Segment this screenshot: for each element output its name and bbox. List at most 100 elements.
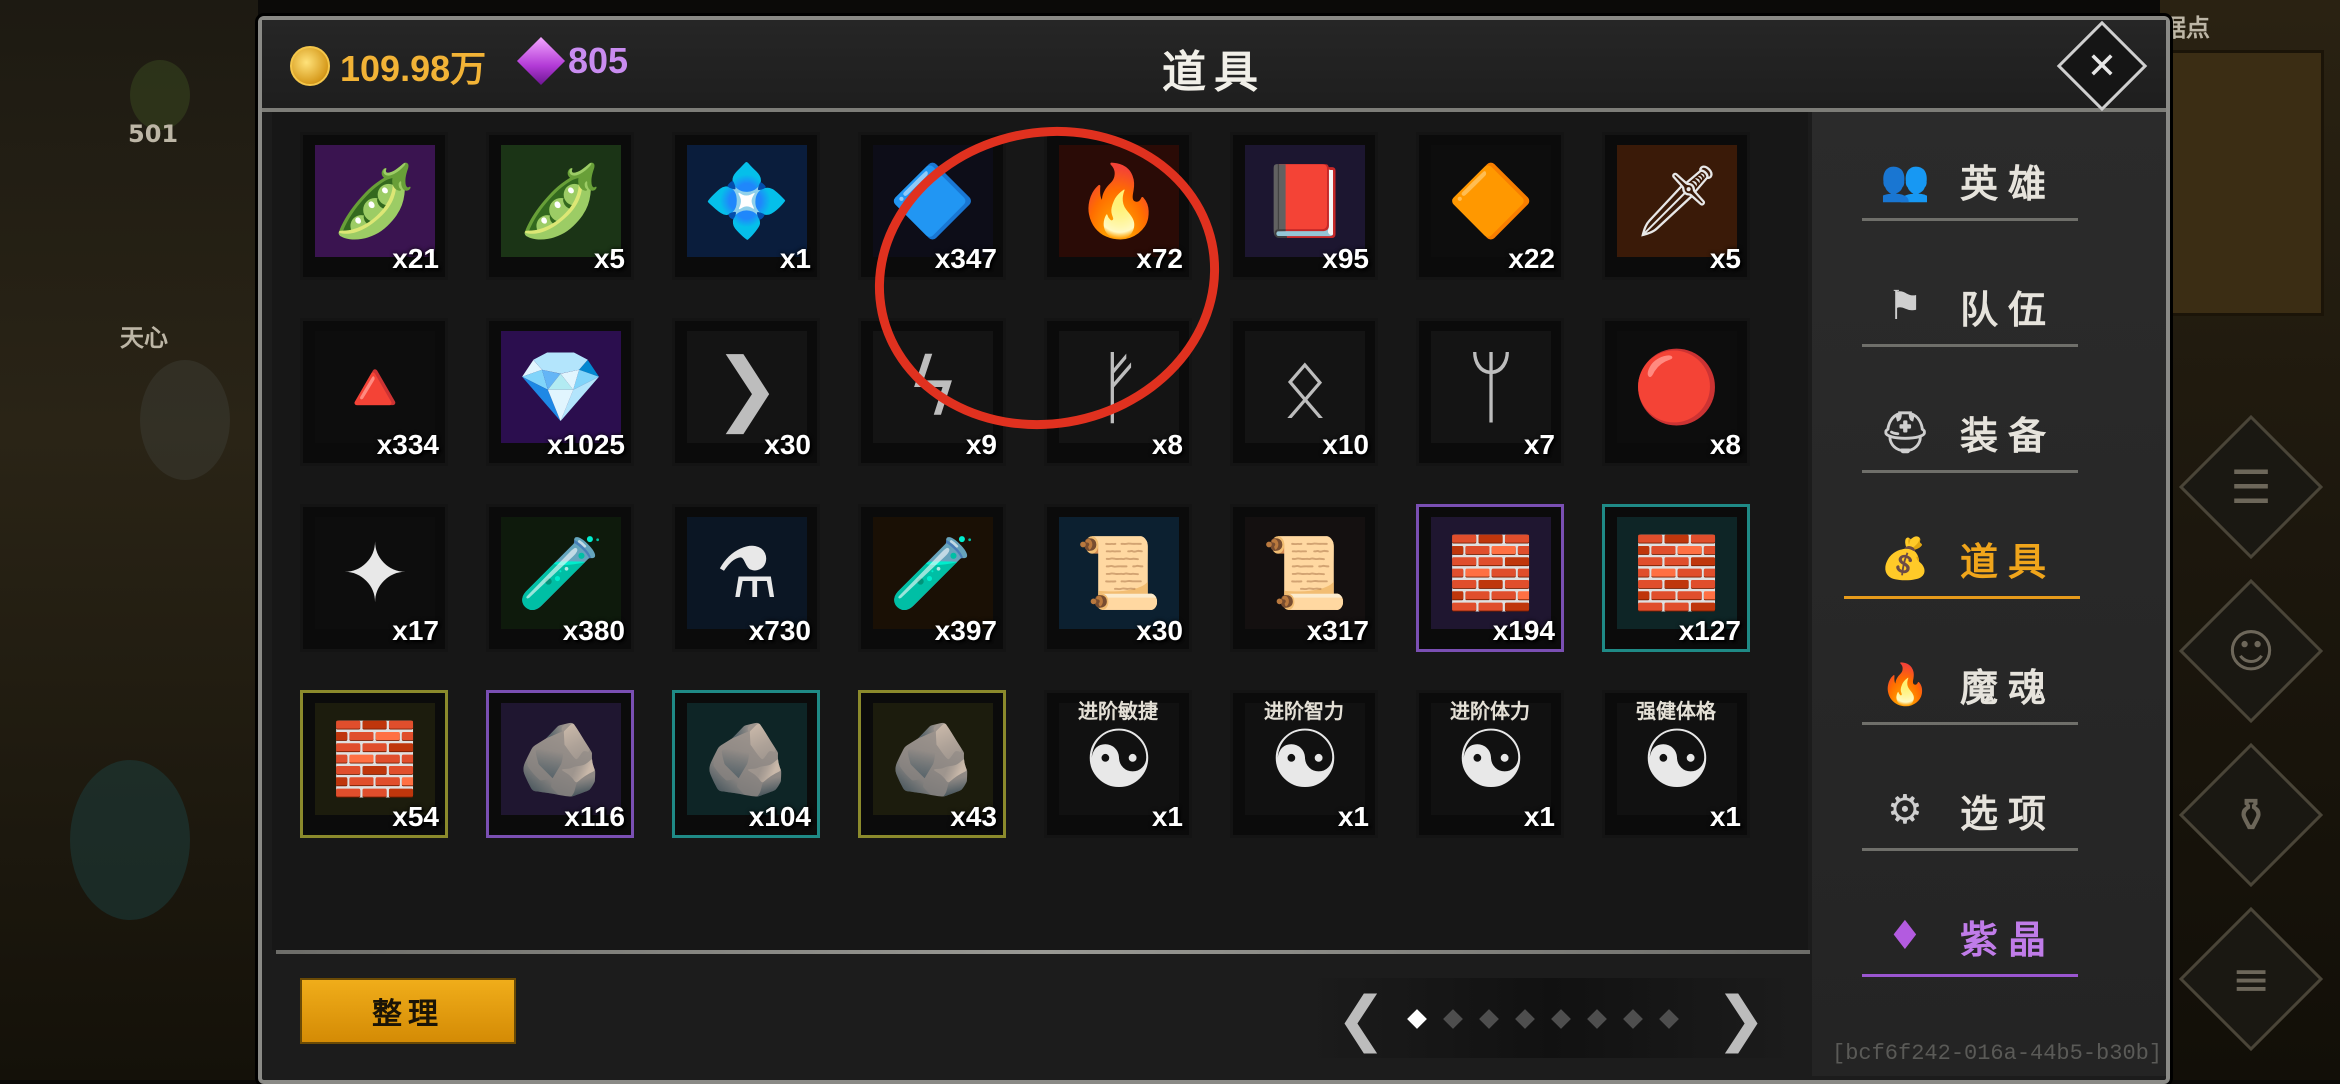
menu-item-helmet[interactable]: ⛑ 装备 bbox=[1862, 398, 2078, 466]
item-count: x8 bbox=[1709, 429, 1741, 460]
menu-item-label: 选项 bbox=[1959, 791, 2056, 836]
quest-icon: ☰ bbox=[2230, 460, 2272, 514]
item-slot-red-swirl-orb[interactable]: 🔴 x8 bbox=[1602, 318, 1750, 466]
menu-item-bag[interactable]: 💰 道具 bbox=[1862, 524, 2078, 592]
item-slot-amber-fragment-teal[interactable]: 🧱 x127 bbox=[1602, 504, 1750, 652]
item-slot-ancient-scroll[interactable]: 📜 x317 bbox=[1230, 504, 1378, 652]
item-slot-yinyang-intellect[interactable]: ☯ 进阶智力 x1 bbox=[1230, 690, 1378, 838]
item-label: 进阶体力 bbox=[1450, 699, 1530, 723]
red-gem-icon: 🔶 bbox=[1431, 145, 1551, 257]
red-ore-purple-icon: 🪨 bbox=[501, 703, 621, 815]
item-slot-red-gem[interactable]: 🔶 x22 bbox=[1416, 132, 1564, 280]
item-slot-yinyang-stamina[interactable]: ☯ 进阶体力 x1 bbox=[1416, 690, 1564, 838]
menu-item-flame[interactable]: 🔥 魔魂 bbox=[1862, 650, 2078, 718]
item-slot-purple-tome[interactable]: 📕 x95 bbox=[1230, 132, 1378, 280]
purple-tome-icon: 📕 bbox=[1245, 145, 1365, 257]
page-dot[interactable] bbox=[1515, 1009, 1535, 1029]
list-side-button[interactable]: ≡ bbox=[2178, 906, 2324, 1052]
page-dot[interactable] bbox=[1551, 1009, 1571, 1029]
next-page-arrow-icon[interactable]: ❯ bbox=[1716, 984, 1766, 1054]
item-slot-blue-scroll[interactable]: 📜 x30 bbox=[1044, 504, 1192, 652]
item-slot-amber-fragment-purple[interactable]: 🧱 x194 bbox=[1416, 504, 1564, 652]
menu-item-label: 紫晶 bbox=[1959, 917, 2056, 962]
gear-icon: ⚙ bbox=[1887, 787, 1933, 833]
prev-page-arrow-icon[interactable]: ❮ bbox=[1336, 984, 1386, 1054]
item-slot-rune-algiz[interactable]: ᛘ x7 bbox=[1416, 318, 1564, 466]
menu-underline bbox=[1862, 470, 2078, 473]
background-label: 天心 bbox=[120, 324, 168, 352]
flame-blade-icon: 🗡 bbox=[1617, 145, 1737, 257]
build-id: [bcf6f242-016a-44b5-b30b] bbox=[1832, 1041, 2163, 1066]
quest-side-button[interactable]: ☰ bbox=[2178, 414, 2324, 560]
flag-icon: ⚑ bbox=[1887, 283, 1933, 329]
item-count: x5 bbox=[593, 243, 625, 274]
page-dot[interactable] bbox=[1479, 1009, 1499, 1029]
item-count: x30 bbox=[1136, 615, 1183, 646]
menu-item-users[interactable]: 👥 英雄 bbox=[1862, 146, 2078, 214]
item-slot-amber-fragment-gold[interactable]: 🧱 x54 bbox=[300, 690, 448, 838]
menu-underline bbox=[1862, 218, 2078, 221]
background-crystal bbox=[70, 760, 190, 920]
item-slot-yinyang-physique[interactable]: ☯ 强健体格 x1 bbox=[1602, 690, 1750, 838]
menu-item-label: 装备 bbox=[1959, 413, 2056, 458]
background-creature bbox=[140, 360, 230, 480]
item-count: x17 bbox=[392, 615, 439, 646]
menu-underline bbox=[1862, 344, 2078, 347]
minimap[interactable] bbox=[2168, 50, 2324, 316]
item-slot-rune-sowilo-chevron[interactable]: ❯ x30 bbox=[672, 318, 820, 466]
item-count: x5 bbox=[1709, 243, 1741, 274]
page-dot[interactable] bbox=[1659, 1009, 1679, 1029]
item-slot-blue-potion[interactable]: ⚗ x730 bbox=[672, 504, 820, 652]
item-slot-red-ore-teal[interactable]: 🪨 x104 bbox=[672, 690, 820, 838]
item-slot-rune-othala[interactable]: ᛟ x10 bbox=[1230, 318, 1378, 466]
menu-item-label: 英雄 bbox=[1959, 161, 2056, 206]
menu-underline bbox=[1844, 596, 2080, 599]
orange-vial-icon: 🧪 bbox=[873, 517, 993, 629]
pagination: ❮ ❯ bbox=[1306, 978, 1796, 1058]
page-dot[interactable] bbox=[1623, 1009, 1643, 1029]
rune-algiz-icon: ᛘ bbox=[1431, 331, 1551, 443]
item-slot-flame-blade[interactable]: 🗡 x5 bbox=[1602, 132, 1750, 280]
item-slot-yinyang-agility[interactable]: ☯ 进阶敏捷 x1 bbox=[1044, 690, 1192, 838]
menu-item-label: 道具 bbox=[1959, 539, 2056, 584]
item-slot-green-seed-pod[interactable]: 🫛 x5 bbox=[486, 132, 634, 280]
item-slot-purple-seed-pod[interactable]: 🫛 x21 bbox=[300, 132, 448, 280]
menu-underline bbox=[1862, 722, 2078, 725]
page-dot[interactable] bbox=[1407, 1009, 1427, 1029]
item-count: x22 bbox=[1508, 243, 1555, 274]
menu-underline bbox=[1862, 848, 2078, 851]
item-count: x1 bbox=[779, 243, 811, 274]
page-dot[interactable] bbox=[1587, 1009, 1607, 1029]
item-slot-red-ore-gold[interactable]: 🪨 x43 bbox=[858, 690, 1006, 838]
item-slot-blue-crystal[interactable]: 💠 x1 bbox=[672, 132, 820, 280]
hero-side-button[interactable]: ☺ bbox=[2178, 578, 2324, 724]
menu-item-label: 队伍 bbox=[1959, 287, 2056, 332]
item-count: x95 bbox=[1322, 243, 1369, 274]
sort-button[interactable]: 整理 bbox=[300, 978, 516, 1044]
menu-item-flag[interactable]: ⚑ 队伍 bbox=[1862, 272, 2078, 340]
item-count: x1 bbox=[1523, 801, 1555, 832]
item-slot-purple-gem[interactable]: 💎 x1025 bbox=[486, 318, 634, 466]
item-count: x9 bbox=[965, 429, 997, 460]
item-slot-orange-vial[interactable]: 🧪 x397 bbox=[858, 504, 1006, 652]
item-count: x317 bbox=[1306, 615, 1369, 646]
users-icon: 👥 bbox=[1880, 157, 1940, 204]
item-slot-red-ore-purple[interactable]: 🪨 x116 bbox=[486, 690, 634, 838]
item-count: x30 bbox=[764, 429, 811, 460]
menu-item-gear[interactable]: ⚙ 选项 bbox=[1862, 776, 2078, 844]
rune-sowilo-chevron-icon: ❯ bbox=[687, 331, 807, 443]
item-slot-red-shard[interactable]: 🔺 x334 bbox=[300, 318, 448, 466]
item-count: x397 bbox=[934, 615, 997, 646]
item-label: 进阶敏捷 bbox=[1078, 699, 1158, 723]
bag-icon: 💰 bbox=[1880, 535, 1940, 582]
potion-side-button[interactable]: ⚱ bbox=[2178, 742, 2324, 888]
menu-underline bbox=[1862, 974, 2078, 977]
item-slot-green-potion[interactable]: 🧪 x380 bbox=[486, 504, 634, 652]
background-count: 501 bbox=[128, 120, 179, 148]
helmet-icon: ⛑ bbox=[1879, 409, 1941, 456]
page-dot[interactable] bbox=[1443, 1009, 1463, 1029]
item-slot-purple-crystal-cluster[interactable]: ✦ x17 bbox=[300, 504, 448, 652]
menu-item-crystal[interactable]: ♦ 紫晶 bbox=[1862, 902, 2078, 970]
item-count: x8 bbox=[1151, 429, 1183, 460]
amber-fragment-purple-icon: 🧱 bbox=[1431, 517, 1551, 629]
